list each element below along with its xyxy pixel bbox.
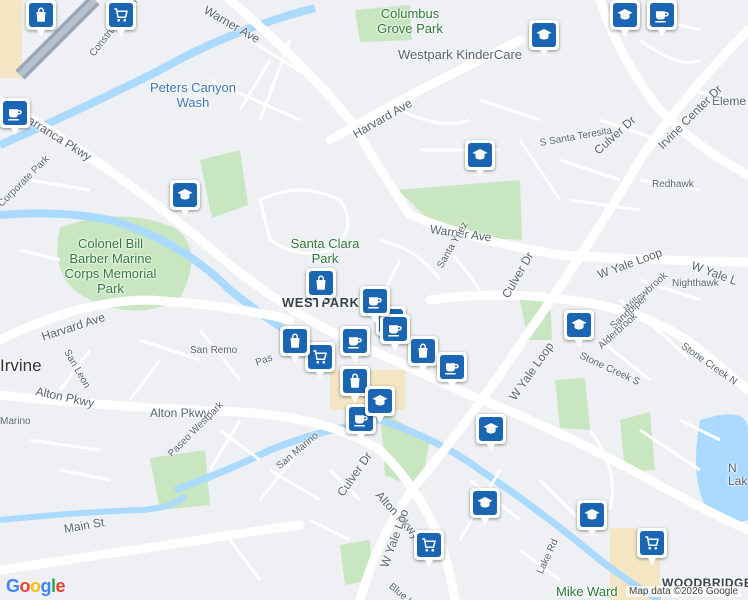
shopping-bag-icon	[283, 329, 307, 353]
shopping-bag-icon	[411, 339, 435, 363]
school-icon	[580, 503, 604, 527]
label-n-lake: N Lak	[728, 461, 748, 488]
map-marker-coffee[interactable]	[647, 0, 677, 37]
map-marker-shopping-bag[interactable]	[280, 326, 310, 363]
label-westpark-kindercare: Westpark KinderCare	[398, 47, 523, 62]
map-marker-coffee[interactable]	[360, 286, 390, 323]
school-icon	[613, 3, 637, 27]
map-marker-cart[interactable]	[106, 0, 136, 37]
coffee-icon	[3, 101, 27, 125]
map-marker-shopping-bag[interactable]	[408, 336, 438, 373]
google-logo[interactable]: Google	[6, 576, 66, 597]
cart-icon	[308, 345, 332, 369]
cart-icon	[417, 533, 441, 557]
label-colonel-park: Colonel Bill Barber Marine Corps Memoria…	[64, 236, 157, 296]
map-marker-school[interactable]	[577, 500, 607, 537]
map-canvas[interactable]: Warner Ave Construction Cir W Columbus G…	[0, 0, 748, 600]
label-nighthawk: Nighthawk	[672, 278, 719, 289]
shopping-bag-icon	[343, 369, 367, 393]
map-marker-school[interactable]	[564, 310, 594, 347]
map-marker-shopping-bag[interactable]	[306, 268, 336, 305]
school-icon	[368, 389, 392, 413]
map-marker-coffee[interactable]	[0, 98, 30, 135]
map-marker-school[interactable]	[476, 414, 506, 451]
coffee-icon	[363, 289, 387, 313]
school-icon	[173, 183, 197, 207]
map-marker-school[interactable]	[470, 488, 500, 525]
map-marker-coffee[interactable]	[437, 352, 467, 389]
map-marker-coffee[interactable]	[340, 326, 370, 363]
map-marker-school[interactable]	[529, 20, 559, 57]
school-icon	[479, 417, 503, 441]
map-marker-shopping-bag[interactable]	[26, 0, 56, 37]
label-columbus-grove-park: Columbus Grove Park	[377, 6, 443, 36]
label-irvine: Irvine	[0, 356, 42, 375]
label-redhawk: Redhawk	[652, 179, 694, 190]
coffee-icon	[343, 329, 367, 353]
shopping-bag-icon	[309, 271, 333, 295]
school-icon	[468, 143, 492, 167]
label-san-remo: San Remo	[190, 345, 238, 356]
map-marker-cart[interactable]	[637, 528, 667, 565]
map-marker-coffee[interactable]	[380, 314, 410, 351]
map-marker-school[interactable]	[170, 180, 200, 217]
map-marker-school[interactable]	[365, 386, 395, 423]
school-icon	[532, 23, 556, 47]
school-icon	[567, 313, 591, 337]
map-marker-school[interactable]	[465, 140, 495, 177]
map-attribution[interactable]: Map data ©2026 Google	[626, 586, 742, 597]
map-marker-cart[interactable]	[414, 530, 444, 567]
cart-icon	[109, 3, 133, 27]
coffee-icon	[650, 3, 674, 27]
coffee-icon	[383, 317, 407, 341]
coffee-icon	[440, 355, 464, 379]
shopping-bag-icon	[29, 3, 53, 27]
label-peters-canyon-wash: Peters Canyon Wash	[150, 80, 236, 110]
cart-icon	[640, 531, 664, 555]
label-marino: Marino	[0, 416, 31, 427]
school-icon	[473, 491, 497, 515]
label-santa-clara-park: Santa Clara Park	[290, 236, 360, 266]
map-marker-school[interactable]	[610, 0, 640, 37]
label-mike-ward: Mike Ward	[556, 584, 618, 599]
